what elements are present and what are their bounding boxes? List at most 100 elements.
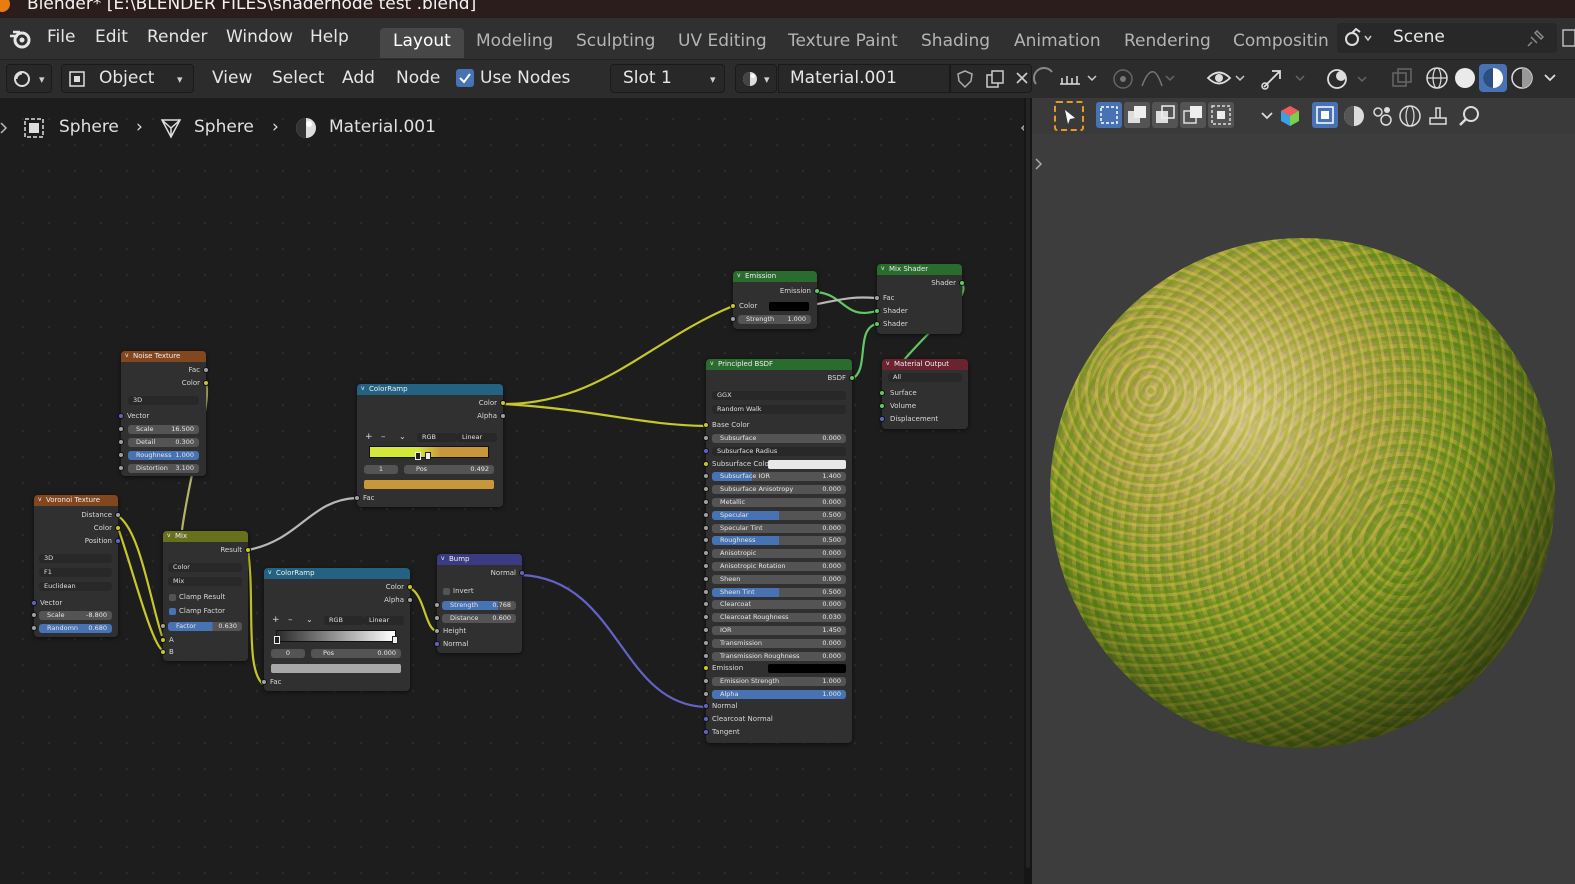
bump-node[interactable]: Bump Normal Invert Strength 0.768 Distanc… <box>434 554 525 653</box>
input-socket[interactable] <box>118 465 124 471</box>
output-socket[interactable] <box>814 288 820 294</box>
scale-field[interactable]: Scale 16.500 <box>128 425 199 434</box>
input-socket[interactable] <box>730 303 736 309</box>
color-swatch[interactable] <box>768 664 846 673</box>
input-socket[interactable] <box>703 653 709 659</box>
slot-dropdown[interactable]: Slot 1 ▾ <box>610 64 725 93</box>
input-socket[interactable] <box>31 625 37 631</box>
value-field[interactable]: Anisotropic 0.000 <box>712 549 846 558</box>
input-socket[interactable] <box>31 600 37 606</box>
value-field[interactable]: Sheen Tint 0.500 <box>712 588 846 597</box>
node-editor-scrollbar[interactable] <box>1026 98 1030 868</box>
distance-field[interactable]: Distance 0.600 <box>442 614 516 623</box>
emission-color-swatch[interactable] <box>769 302 809 311</box>
tab-modeling[interactable]: Modeling <box>463 28 566 58</box>
input-socket[interactable] <box>118 426 124 432</box>
material-output-node[interactable]: Material Output All Surface Volume Displ… <box>879 359 968 429</box>
overlays-icon[interactable] <box>1324 66 1374 92</box>
value-field[interactable]: Specular 0.500 <box>712 511 846 520</box>
colorramp-node[interactable]: ColorRamp Color Alpha + – ⌄ RGB Linear 1… <box>354 384 506 507</box>
mix-shader-node[interactable]: Mix Shader Shader Fac Shader Shader <box>874 264 965 334</box>
input-socket[interactable] <box>703 716 709 722</box>
menu-view[interactable]: View <box>212 68 252 88</box>
value-field[interactable]: Specular Tint 0.000 <box>712 524 846 533</box>
output-socket[interactable] <box>500 400 506 406</box>
clamp-result-checkbox[interactable] <box>169 594 176 601</box>
tab-animation[interactable]: Animation <box>1001 28 1114 58</box>
menu-window[interactable]: Window <box>226 27 293 47</box>
output-socket[interactable] <box>203 380 209 386</box>
randomness-field[interactable]: Randomn 0.680 <box>39 624 112 633</box>
menu-edit[interactable]: Edit <box>95 27 128 47</box>
factor-field[interactable]: Factor 0.630 <box>168 622 242 631</box>
data-type-select[interactable]: Color <box>168 563 242 572</box>
input-socket[interactable] <box>703 512 709 518</box>
ramp-stop-handle[interactable] <box>392 636 398 644</box>
menu-node[interactable]: Node <box>396 68 440 88</box>
color-mode-select[interactable]: RGB <box>324 616 364 625</box>
show-object-button[interactable] <box>1312 102 1338 128</box>
tab-texture-paint[interactable]: Texture Paint <box>775 28 911 58</box>
snap-increment-icon[interactable] <box>1058 68 1098 90</box>
input-socket[interactable] <box>118 452 124 458</box>
box-select-new-button[interactable] <box>1096 102 1122 128</box>
input-socket[interactable] <box>703 691 709 697</box>
fake-user-shield-icon[interactable] <box>956 69 974 89</box>
snap-icon[interactable] <box>1032 66 1058 90</box>
input-socket[interactable] <box>703 461 709 467</box>
noise-texture-node[interactable]: Noise Texture Fac Color 3D Vector Scale 1… <box>118 351 209 476</box>
add-stop-button[interactable]: + <box>272 615 280 625</box>
ramp-stop-handle[interactable] <box>425 452 431 460</box>
value-field[interactable]: IOR 1.450 <box>712 626 846 635</box>
close-icon[interactable] <box>1015 71 1029 85</box>
box-select-intersect-button[interactable] <box>1208 102 1234 128</box>
material-preview-shading-button[interactable] <box>1479 64 1507 92</box>
input-socket[interactable] <box>160 649 166 655</box>
remove-stop-button[interactable]: – <box>381 432 386 442</box>
wireframe-shading-icon[interactable] <box>1425 66 1449 90</box>
output-socket[interactable] <box>115 538 121 544</box>
scale-field[interactable]: Scale -8.800 <box>39 611 112 620</box>
colorramp-node[interactable]: ColorRamp Color Alpha + – ⌄ RGB Linear 0… <box>261 568 413 691</box>
target-select[interactable]: All <box>888 373 962 382</box>
input-socket[interactable] <box>703 422 709 428</box>
value-field[interactable]: Metallic 0.000 <box>712 498 846 507</box>
scene-selector[interactable]: Scene <box>1337 23 1557 53</box>
input-socket[interactable] <box>879 403 885 409</box>
blender-menu-icon[interactable] <box>8 27 34 51</box>
menu-render[interactable]: Render <box>147 27 208 47</box>
editor-type-dropdown[interactable]: ▾ <box>6 64 52 93</box>
search-icon[interactable] <box>1458 104 1482 128</box>
distortion-field[interactable]: Distortion 3.100 <box>128 464 199 473</box>
solid-shading-icon[interactable] <box>1453 66 1477 90</box>
stop-color-swatch[interactable] <box>364 480 494 489</box>
input-socket[interactable] <box>703 550 709 556</box>
color-ramp-bar[interactable] <box>276 630 396 642</box>
input-socket[interactable] <box>434 602 440 608</box>
input-socket[interactable] <box>703 601 709 607</box>
value-field[interactable]: Roughness 0.500 <box>712 536 846 545</box>
input-socket[interactable] <box>703 729 709 735</box>
chevron-down-icon[interactable]: ⌄ <box>306 615 313 624</box>
output-socket[interactable] <box>407 597 413 603</box>
input-socket[interactable] <box>703 703 709 709</box>
input-socket[interactable] <box>261 679 267 685</box>
input-socket[interactable] <box>703 678 709 684</box>
paint-brush-icon[interactable] <box>1426 104 1450 128</box>
stop-index-field[interactable]: 0 <box>271 649 305 658</box>
input-socket[interactable] <box>160 623 166 629</box>
clamp-factor-checkbox[interactable] <box>169 608 176 615</box>
interpolation-select[interactable]: Linear <box>457 433 497 442</box>
chevron-down-icon[interactable]: ⌄ <box>399 432 406 441</box>
input-socket[interactable] <box>879 390 885 396</box>
input-socket[interactable] <box>434 641 440 647</box>
input-socket[interactable] <box>354 495 360 501</box>
interpolation-select[interactable]: Linear <box>364 616 404 625</box>
input-socket[interactable] <box>434 628 440 634</box>
output-socket[interactable] <box>245 547 251 553</box>
value-field[interactable]: Subsurface Anisotropy 0.000 <box>712 485 846 494</box>
dimension-select[interactable]: 3D <box>128 396 199 405</box>
mix-node[interactable]: Mix Result Color Mix Clamp Result Clamp … <box>160 531 251 661</box>
input-socket[interactable] <box>879 416 885 422</box>
menu-help[interactable]: Help <box>310 27 349 47</box>
